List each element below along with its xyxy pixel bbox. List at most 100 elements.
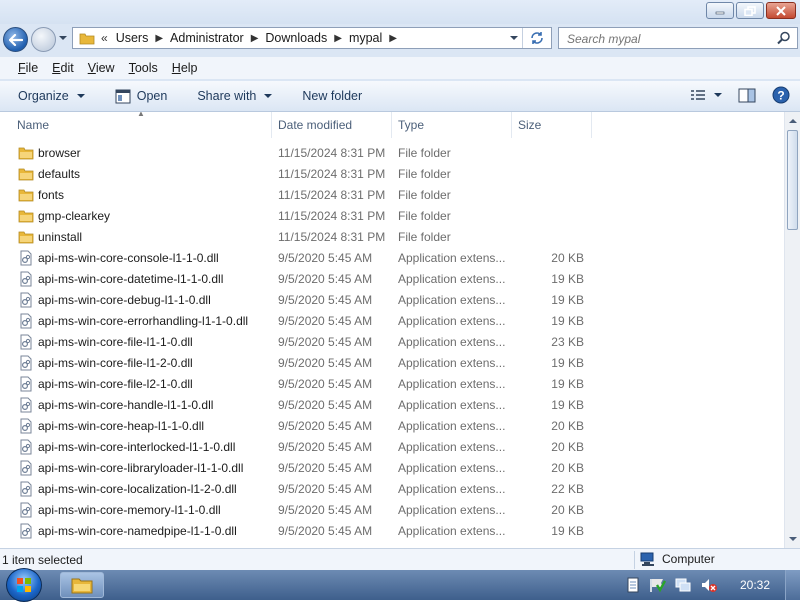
file-row[interactable]: api-ms-win-core-file-l1-2-0.dll 9/5/2020 …: [0, 353, 784, 374]
file-name: api-ms-win-core-heap-l1-1-0.dll: [38, 419, 205, 433]
windows-logo-icon: [17, 578, 31, 592]
new-folder-label: New folder: [302, 89, 363, 103]
file-name: defaults: [38, 167, 81, 181]
file-type: File folder: [398, 230, 451, 244]
menu-bar: File Edit View Tools Help: [0, 57, 800, 79]
details-view-icon: [691, 90, 705, 100]
address-bar[interactable]: « Users ▶ Administrator ▶ Downloads ▶ mypal…: [72, 27, 552, 49]
organize-button[interactable]: Organize: [18, 89, 85, 103]
file-row[interactable]: browser 11/15/2024 8:31 PM File folder: [0, 143, 784, 164]
minimize-button[interactable]: [706, 2, 734, 19]
file-row[interactable]: gmp-clearkey 11/15/2024 8:31 PM File folde…: [0, 206, 784, 227]
volume-muted-icon[interactable]: [700, 577, 718, 593]
file-row[interactable]: api-ms-win-core-console-l1-1-0.dll 9/5/20…: [0, 248, 784, 269]
breadcrumb: « Users ▶ Administrator ▶ Downloads ▶ mypal…: [101, 31, 404, 45]
network-icon[interactable]: [674, 577, 692, 593]
file-type: File folder: [398, 146, 451, 160]
file-row[interactable]: api-ms-win-core-datetime-l1-1-0.dll 9/5/2…: [0, 269, 784, 290]
breadcrumb-overflow[interactable]: «: [101, 31, 108, 45]
chevron-right-icon[interactable]: ▶: [155, 33, 163, 44]
show-desktop-button[interactable]: [785, 570, 800, 600]
file-name: api-ms-win-core-file-l1-1-0.dll: [38, 335, 193, 349]
file-row[interactable]: api-ms-win-core-libraryloader-l1-1-0.dll…: [0, 458, 784, 479]
start-button[interactable]: [6, 568, 42, 602]
file-row[interactable]: api-ms-win-core-handle-l1-1-0.dll 9/5/202…: [0, 395, 784, 416]
refresh-button[interactable]: [522, 28, 551, 48]
file-name: api-ms-win-core-file-l2-1-0.dll: [38, 377, 193, 391]
file-row[interactable]: defaults 11/15/2024 8:31 PM File folder: [0, 164, 784, 185]
file-row[interactable]: api-ms-win-core-file-l2-1-0.dll 9/5/2020 …: [0, 374, 784, 395]
breadcrumb-administrator[interactable]: Administrator: [170, 31, 244, 45]
file-row[interactable]: uninstall 11/15/2024 8:31 PM File folder: [0, 227, 784, 248]
file-row[interactable]: api-ms-win-core-debug-l1-1-0.dll 9/5/2020…: [0, 290, 784, 311]
menu-help[interactable]: Help: [165, 61, 205, 75]
document-tray-icon[interactable]: [626, 577, 640, 593]
status-divider: [634, 551, 635, 569]
back-button[interactable]: [3, 27, 28, 52]
vertical-scrollbar[interactable]: [784, 112, 800, 548]
taskbar-explorer-button[interactable]: [60, 572, 104, 598]
file-size: 23 KB: [551, 335, 584, 349]
scroll-up-button[interactable]: [785, 112, 800, 129]
file-type: Application extens...: [398, 251, 506, 265]
file-type: Application extens...: [398, 377, 506, 391]
file-row[interactable]: api-ms-win-core-errorhandling-l1-1-0.dll…: [0, 311, 784, 332]
open-button[interactable]: Open: [115, 89, 167, 104]
file-type: Application extens...: [398, 398, 506, 412]
file-row[interactable]: api-ms-win-core-namedpipe-l1-1-0.dll 9/5/…: [0, 521, 784, 542]
menu-tools[interactable]: Tools: [122, 61, 165, 75]
file-date-modified: 9/5/2020 5:45 AM: [278, 293, 373, 307]
clock[interactable]: 20:32: [740, 578, 770, 592]
search-input[interactable]: [565, 29, 769, 49]
menu-edit[interactable]: Edit: [45, 61, 81, 75]
breadcrumb-users[interactable]: Users: [116, 31, 149, 45]
new-folder-button[interactable]: New folder: [302, 89, 362, 103]
action-center-flag-icon[interactable]: [648, 577, 666, 593]
chevron-right-icon[interactable]: ▶: [251, 33, 259, 44]
forward-button[interactable]: [31, 27, 56, 52]
file-name: browser: [38, 146, 81, 160]
column-date-modified[interactable]: Date modified: [272, 112, 392, 138]
share-with-label: Share with: [197, 89, 257, 103]
sort-arrow-icon: ▲: [137, 112, 145, 118]
file-size: 20 KB: [551, 251, 584, 265]
file-row[interactable]: api-ms-win-core-file-l1-1-0.dll 9/5/2020 …: [0, 332, 784, 353]
breadcrumb-downloads[interactable]: Downloads: [265, 31, 327, 45]
folder-icon: [18, 166, 34, 182]
file-type: File folder: [398, 188, 451, 202]
column-size[interactable]: Size: [512, 112, 592, 138]
file-list[interactable]: Name ▲ Date modified Type Size browser 11…: [0, 112, 784, 548]
scroll-thumb[interactable]: [787, 130, 798, 230]
maximize-button[interactable]: [736, 2, 764, 19]
search-icon[interactable]: [777, 31, 791, 45]
file-date-modified: 9/5/2020 5:45 AM: [278, 356, 373, 370]
recent-pages-chevron-icon[interactable]: [58, 35, 68, 41]
file-row[interactable]: api-ms-win-core-heap-l1-1-0.dll 9/5/2020 …: [0, 416, 784, 437]
change-view-button[interactable]: [690, 89, 722, 101]
address-history-chevron-icon[interactable]: [509, 35, 519, 41]
file-row[interactable]: api-ms-win-core-memory-l1-1-0.dll 9/5/202…: [0, 500, 784, 521]
menu-file[interactable]: File: [0, 61, 45, 75]
explorer-window: « Users ▶ Administrator ▶ Downloads ▶ mypal…: [0, 0, 800, 571]
dll-file-icon: [18, 250, 34, 266]
chevron-down-icon: [76, 93, 85, 98]
preview-pane-icon[interactable]: [738, 88, 756, 103]
scroll-down-button[interactable]: [785, 531, 800, 548]
file-row[interactable]: fonts 11/15/2024 8:31 PM File folder: [0, 185, 784, 206]
breadcrumb-mypal[interactable]: mypal: [349, 31, 382, 45]
file-type: Application extens...: [398, 272, 506, 286]
column-type[interactable]: Type: [392, 112, 512, 138]
file-date-modified: 9/5/2020 5:45 AM: [278, 272, 373, 286]
dll-file-icon: [18, 523, 34, 539]
share-with-button[interactable]: Share with: [197, 89, 273, 103]
help-icon[interactable]: ?: [772, 86, 790, 104]
menu-view[interactable]: View: [81, 61, 122, 75]
file-row[interactable]: api-ms-win-core-interlocked-l1-1-0.dll 9/…: [0, 437, 784, 458]
search-box[interactable]: [558, 27, 798, 49]
chevron-right-icon[interactable]: ▶: [334, 33, 342, 44]
file-date-modified: 9/5/2020 5:45 AM: [278, 503, 373, 517]
file-row[interactable]: api-ms-win-core-localization-l1-2-0.dll 9…: [0, 479, 784, 500]
status-bar: 1 item selected Computer: [0, 548, 800, 571]
chevron-right-icon[interactable]: ▶: [389, 33, 397, 44]
close-button[interactable]: [766, 2, 796, 19]
